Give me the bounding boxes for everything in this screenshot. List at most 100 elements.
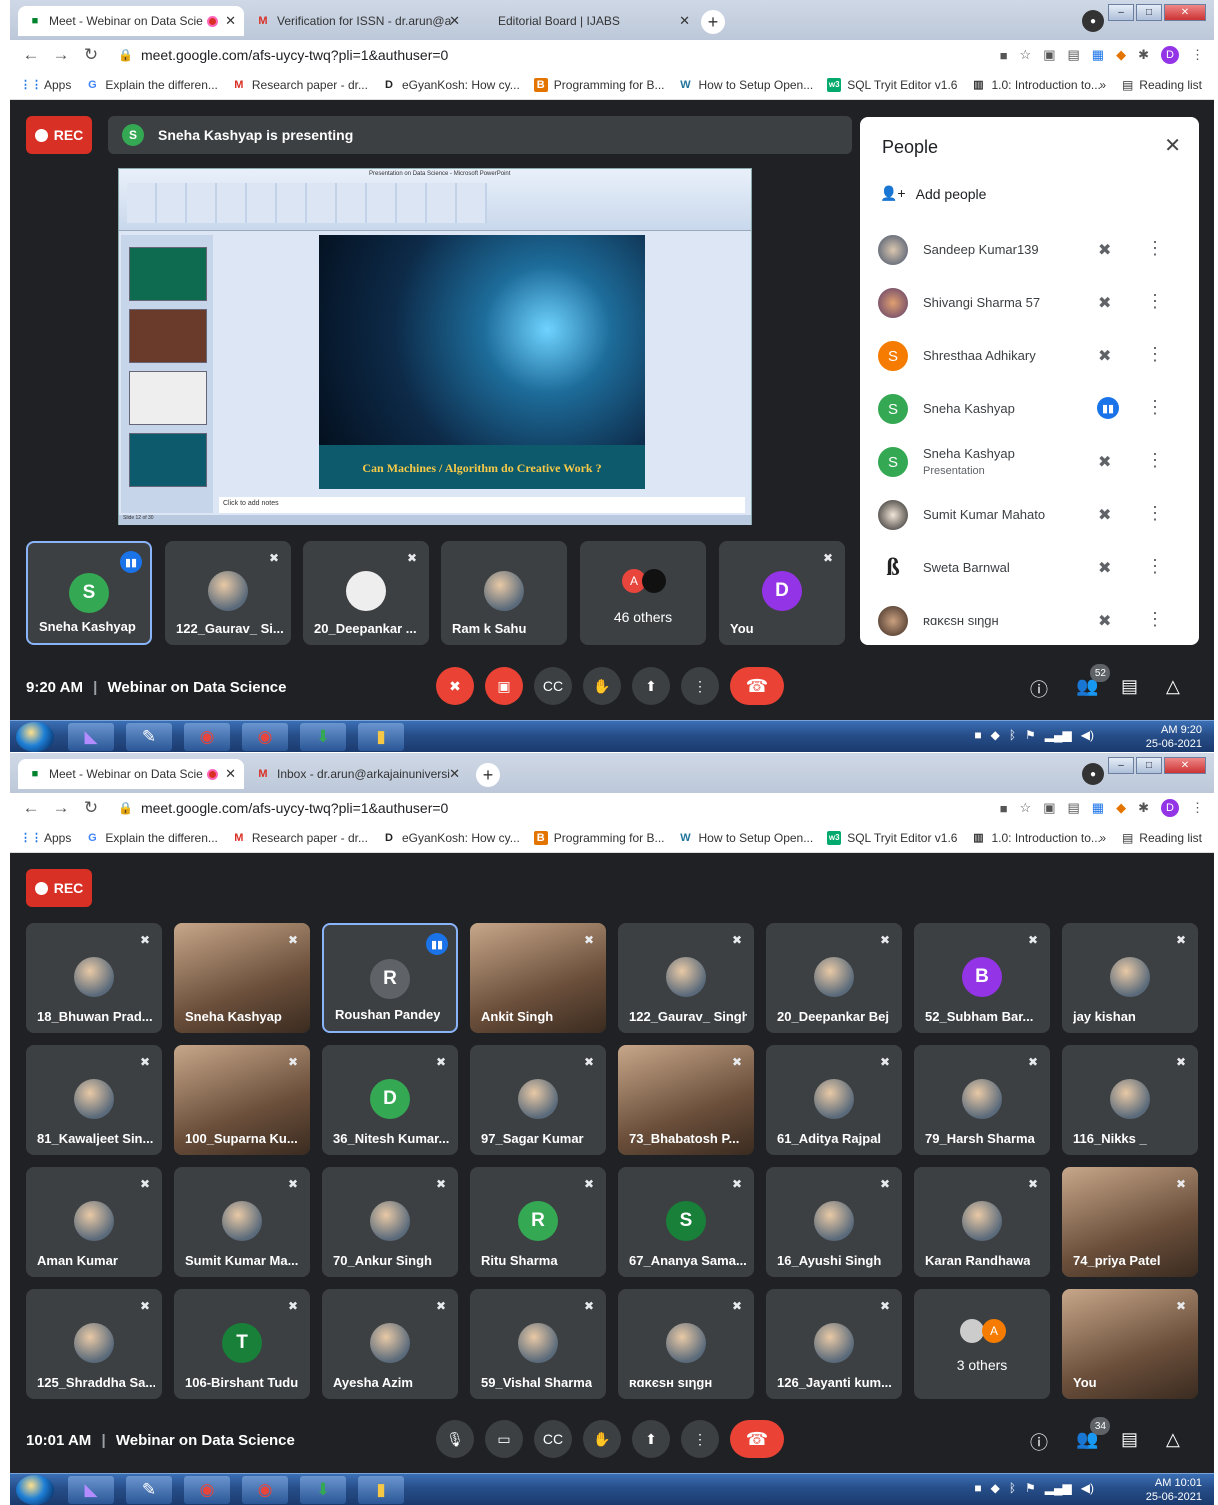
leave-call-button[interactable]: ☎ [730, 1420, 784, 1458]
people-icon[interactable]: 👥 52 [1076, 664, 1111, 697]
participant-row[interactable]: S Sneha Kashyap ▮▮ ⋮ [860, 383, 1199, 435]
flag-icon[interactable]: ⚑ [1025, 728, 1036, 742]
puzzle-icon[interactable]: ✱ [1138, 800, 1149, 816]
profile-avatar[interactable]: D [1161, 46, 1179, 64]
raise-hand-button[interactable]: ✋ [583, 1420, 621, 1458]
participant-tile[interactable]: B ✖ 52_Subham Bar... [914, 923, 1050, 1033]
activities-icon[interactable]: △ [1166, 1429, 1180, 1450]
participant-tile[interactable]: ✖ 59_Vishal Sharma [470, 1289, 606, 1399]
mic-off-icon[interactable]: ✖ [1098, 346, 1111, 366]
bookmark-item[interactable]: ▥ 1.0: Introduction to... [971, 831, 1101, 845]
bookmark-item[interactable]: w3 SQL Tryit Editor v1.6 [827, 830, 957, 845]
participant-tile[interactable]: S ✖ 67_Ananya Sama... [618, 1167, 754, 1277]
chrome-icon[interactable]: ◉ [184, 1476, 230, 1504]
download-app-icon[interactable]: ⬇ [300, 723, 346, 751]
more-menu-icon[interactable]: ⋮ [1191, 47, 1204, 63]
reload-icon[interactable]: ↻ [76, 45, 106, 65]
bookmark-item[interactable]: M Research paper - dr... [232, 78, 368, 92]
participant-row[interactable]: Shivangi Sharma 57 ✖ ⋮ [860, 277, 1199, 329]
chat-icon[interactable]: ▤ [1121, 1429, 1138, 1450]
taskbar-clock[interactable]: AM 10:01 25-06-2021 [1146, 1476, 1202, 1504]
grid-extension-icon[interactable]: ▦ [1092, 800, 1104, 816]
coupon-extension-icon[interactable]: ◆ [1116, 800, 1126, 816]
puzzle-icon[interactable]: ✱ [1138, 47, 1149, 63]
mic-off-icon[interactable]: ✖ [1098, 558, 1111, 578]
taskbar-paint-icon[interactable]: ✎ [126, 723, 172, 751]
participant-tile[interactable]: ✖ 122_Gaurav_ Singh [618, 923, 754, 1033]
participant-tile[interactable]: ✖ Sneha Kashyap [174, 923, 310, 1033]
chrome-menu-icon[interactable]: ● [1082, 10, 1104, 32]
participant-tile[interactable]: D ✖ 36_Nitesh Kumar... [322, 1045, 458, 1155]
lock-icon[interactable]: 🔒 [118, 801, 133, 815]
participant-tile[interactable]: T ✖ 106-Birshant Tudu [174, 1289, 310, 1399]
close-tab-icon[interactable]: ✕ [225, 766, 236, 782]
participant-tile[interactable]: ✖ 18_Bhuwan Prad... [26, 923, 162, 1033]
add-people-button[interactable]: 👤+ Add people [880, 185, 986, 202]
url-field[interactable]: meet.google.com/afs-uycy-twq?pli=1&authu… [141, 800, 448, 816]
participant-tile[interactable]: ✖ Karan Randhawa [914, 1167, 1050, 1277]
camera-toggle-button[interactable]: ▭ [485, 1420, 523, 1458]
signal-icon[interactable]: ▂▄▆ [1045, 1481, 1072, 1495]
star-icon[interactable]: ☆ [1020, 47, 1032, 63]
forward-icon[interactable]: → [46, 798, 76, 818]
folder-icon[interactable]: ▮ [358, 723, 404, 751]
tab-gmail-verification[interactable]: M Verification for ISSN - dr.arun@a ✕ [246, 6, 468, 36]
tab-meet[interactable]: ■ Meet - Webinar on Data Scie ✕ [18, 6, 244, 36]
more-options-icon[interactable]: ⋮ [1146, 238, 1164, 259]
more-options-icon[interactable]: ⋮ [1146, 397, 1164, 418]
participant-tile[interactable]: Ram k Sahu [441, 541, 567, 645]
bookmark-item[interactable]: W How to Setup Open... [678, 78, 813, 92]
camera-toggle-button[interactable]: ▣ [485, 667, 523, 705]
participant-tile[interactable]: ✖ 97_Sagar Kumar [470, 1045, 606, 1155]
close-tab-icon[interactable]: ✕ [679, 13, 690, 29]
more-options-button[interactable]: ⋮ [681, 667, 719, 705]
maximize-icon[interactable]: □ [1136, 4, 1162, 21]
coupon-extension-icon[interactable]: ◆ [1116, 47, 1126, 63]
extension-icon[interactable]: ▣ [1043, 47, 1055, 63]
new-tab-button[interactable]: + [476, 763, 500, 787]
extension-icon[interactable]: ▤ [1068, 800, 1080, 816]
self-tile[interactable]: ✖ D You [719, 541, 845, 645]
participant-tile[interactable]: ✖ Ayesha Azim [322, 1289, 458, 1399]
flag-icon[interactable]: ⚑ [1025, 1481, 1036, 1495]
bookmark-item[interactable]: M Research paper - dr... [232, 831, 368, 845]
mic-off-icon[interactable]: ✖ [1098, 240, 1111, 260]
participant-tile[interactable]: ✖ 81_Kawaljeet Sin... [26, 1045, 162, 1155]
reading-list-button[interactable]: ▤ Reading list [1122, 78, 1202, 92]
participant-tile[interactable]: ✖ Ankit Singh [470, 923, 606, 1033]
more-menu-icon[interactable]: ⋮ [1191, 800, 1204, 816]
participant-tile[interactable]: R ▮▮ Roushan Pandey [322, 923, 458, 1033]
raise-hand-button[interactable]: ✋ [583, 667, 621, 705]
bluetooth-icon[interactable]: ᛒ [1009, 1481, 1016, 1495]
tab-gmail-inbox[interactable]: M Inbox - dr.arun@arkajainuniversi ✕ [246, 759, 468, 789]
chrome-icon[interactable]: ◉ [242, 723, 288, 751]
participant-tile[interactable]: ✖ 126_Jayanti kum... [766, 1289, 902, 1399]
participant-tile[interactable]: ✖ 79_Harsh Sharma [914, 1045, 1050, 1155]
tray-icon[interactable]: ◆ [991, 1481, 1000, 1495]
bookmark-item[interactable]: DeGyanKosh: How cy... [382, 831, 520, 845]
participant-row[interactable]: Sumit Kumar Mahato ✖ ⋮ [860, 489, 1199, 541]
participant-tile[interactable]: ✖ 100_Suparna Ku... [174, 1045, 310, 1155]
bookmark-apps[interactable]: ⋮⋮ Apps [20, 78, 71, 92]
tray-icon[interactable]: ■ [974, 1481, 981, 1495]
start-button[interactable] [16, 722, 54, 752]
taskbar-app-icon[interactable]: ◣ [68, 723, 114, 751]
present-button[interactable]: ⬆ [632, 1420, 670, 1458]
participant-tile[interactable]: ✖ Aman Kumar [26, 1167, 162, 1277]
tray-icon[interactable]: ■ [974, 728, 981, 742]
mic-off-icon[interactable]: ✖ [1098, 505, 1111, 525]
mic-off-icon[interactable]: ✖ [1098, 293, 1111, 313]
tray-icon[interactable]: ◆ [991, 728, 1000, 742]
lock-icon[interactable]: 🔒 [118, 48, 133, 62]
new-tab-button[interactable]: + [701, 10, 725, 34]
participant-tile[interactable]: ✖ 16_Ayushi Singh [766, 1167, 902, 1277]
tab-editorial-board[interactable]: Editorial Board | IJABS ✕ [488, 6, 698, 36]
extension-icon[interactable]: ▣ [1043, 800, 1055, 816]
chrome-icon[interactable]: ◉ [242, 1476, 288, 1504]
folder-icon[interactable]: ▮ [358, 1476, 404, 1504]
close-window-icon[interactable]: ✕ [1164, 4, 1206, 21]
participant-tile[interactable]: R ✖ Ritu Sharma [470, 1167, 606, 1277]
close-tab-icon[interactable]: ✕ [225, 13, 236, 29]
close-window-icon[interactable]: ✕ [1164, 757, 1206, 774]
participant-tile[interactable]: ✖ 61_Aditya Rajpal [766, 1045, 902, 1155]
